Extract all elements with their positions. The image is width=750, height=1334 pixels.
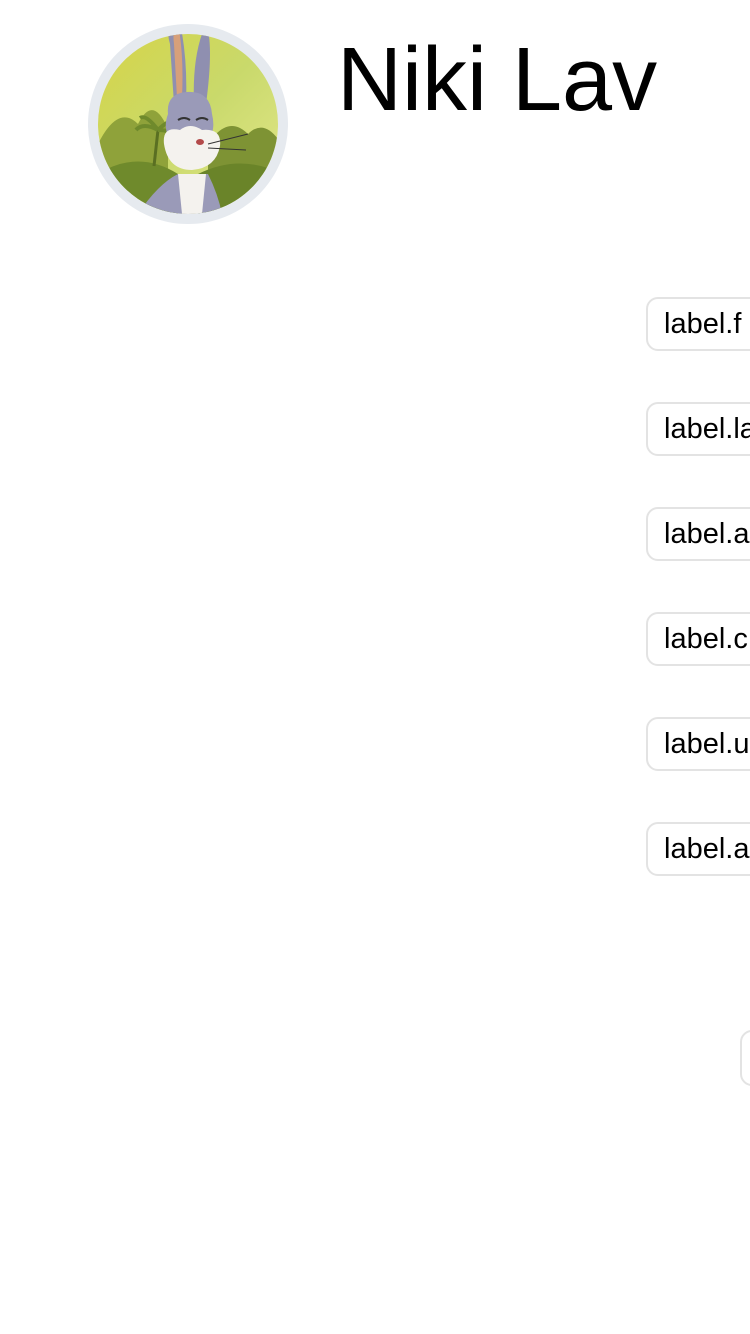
field-chip-2[interactable]: label.la [646,402,750,456]
field-chip-5[interactable]: label.u [646,717,750,771]
field-chip-6[interactable]: label.a [646,822,750,876]
field-chip-3[interactable]: label.a [646,507,750,561]
profile-page: Niki Lav label.f label.la label.a label.… [0,0,750,1334]
profile-name: Niki Lav [337,30,658,130]
action-button[interactable] [740,1030,750,1086]
avatar[interactable] [88,24,288,224]
rabbit-avatar-icon [98,34,278,214]
field-chip-1[interactable]: label.f [646,297,750,351]
field-chip-4[interactable]: label.c [646,612,750,666]
